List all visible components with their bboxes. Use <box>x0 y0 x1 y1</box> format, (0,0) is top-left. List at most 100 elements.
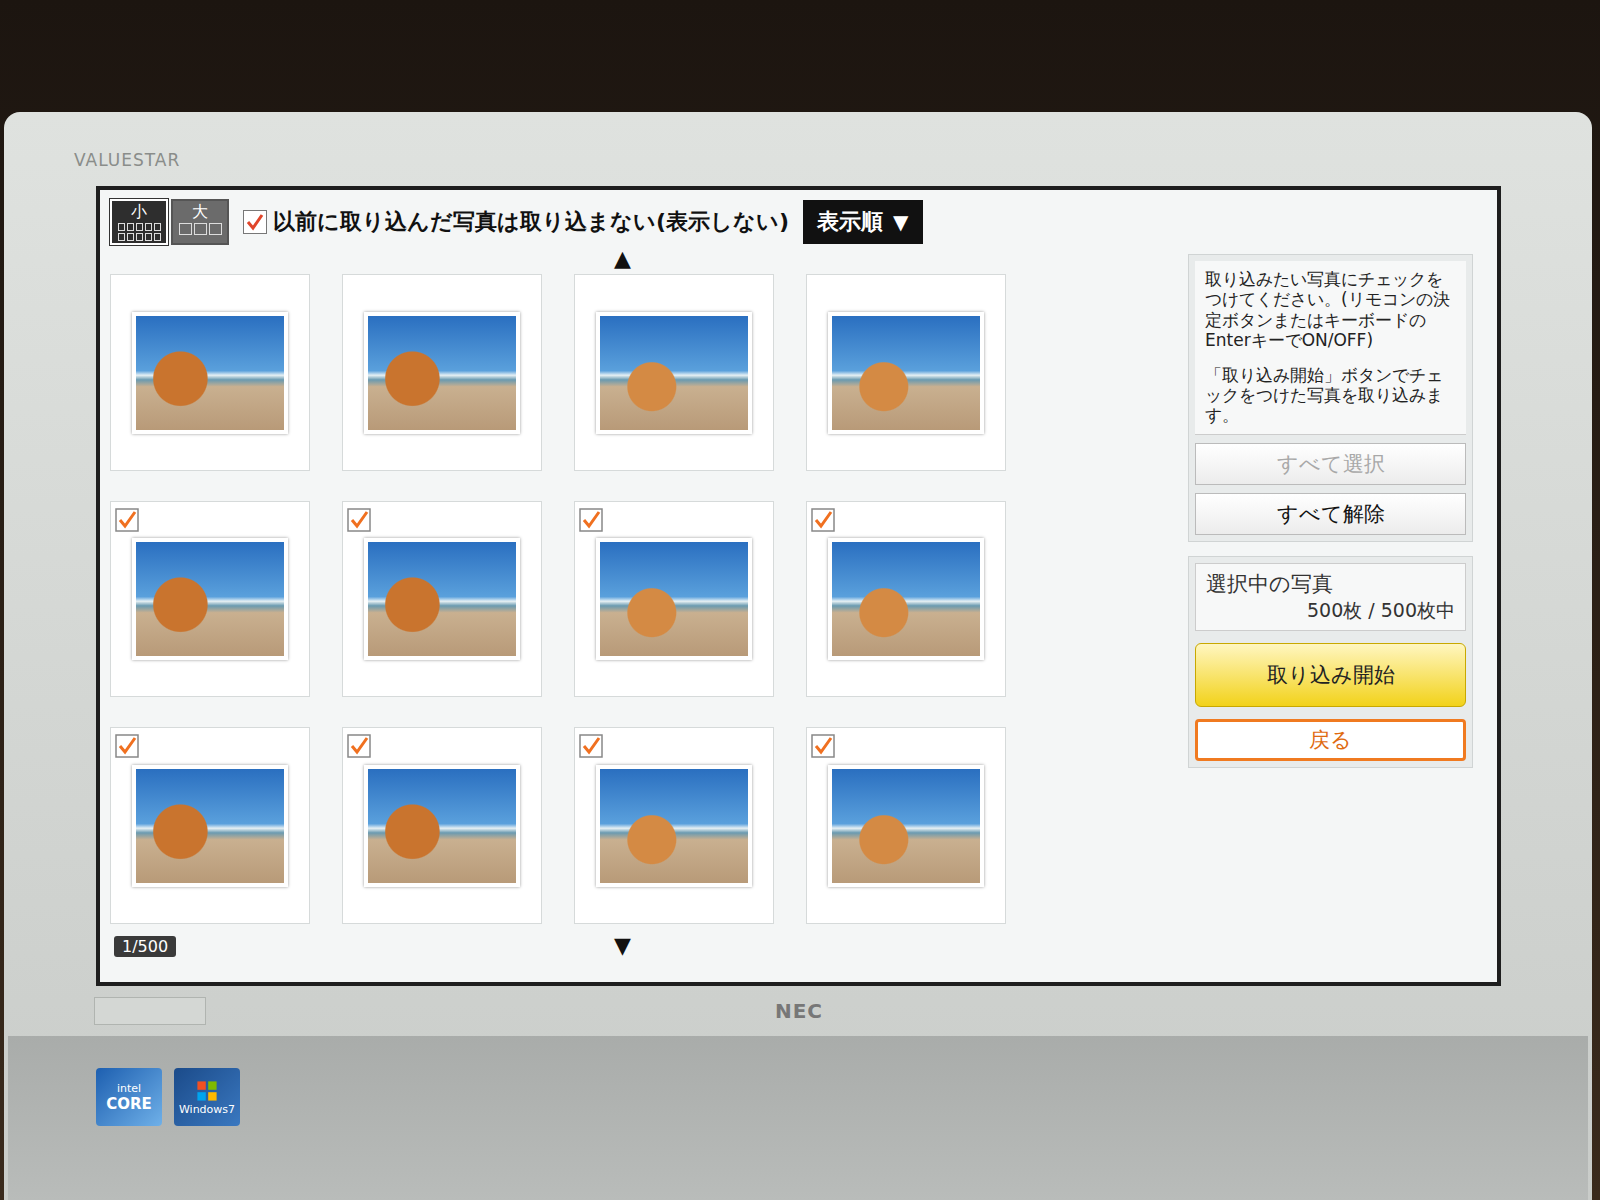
check-icon <box>115 508 139 532</box>
photo-tile[interactable] <box>806 727 1006 924</box>
top-bezel: VALUESTAR <box>4 112 1592 186</box>
photo-checkbox[interactable] <box>579 508 603 532</box>
sort-label: 表示順 <box>817 207 883 237</box>
photo-tile[interactable] <box>342 727 542 924</box>
speaker-strip: intelCORE Windows7 <box>8 1036 1588 1200</box>
instruction-text: 「取り込み開始」ボタンでチェックをつけた写真を取り込みます。 <box>1205 365 1456 426</box>
photo-checkbox[interactable] <box>347 734 371 758</box>
bottom-bezel: NEC <box>4 986 1592 1036</box>
check-icon <box>579 508 603 532</box>
photo-thumbnail <box>596 538 752 660</box>
side-panel: 取り込みたい写真にチェックをつけてください。(リモコンの決定ボタンまたはキーボー… <box>1188 254 1473 982</box>
check-icon <box>347 734 371 758</box>
selection-count: 500枚 / 500枚中 <box>1206 598 1455 624</box>
instruction-text: 取り込みたい写真にチェックをつけてください。(リモコンの決定ボタンまたはキーボー… <box>1205 269 1456 351</box>
screen: 小大以前に取り込んだ写真は取り込まない(表示しない)表示順▼▲1/500▼取り込… <box>96 186 1501 986</box>
scroll-up-icon[interactable]: ▲ <box>614 248 631 274</box>
check-icon <box>115 734 139 758</box>
photo-tile[interactable] <box>110 727 310 924</box>
checkbox[interactable] <box>243 210 267 234</box>
toolbar: 小大以前に取り込んだ写真は取り込まない(表示しない)表示順▼ <box>110 196 1487 248</box>
skip-imported-checkbox[interactable]: 以前に取り込んだ写真は取り込まない(表示しない) <box>243 207 789 237</box>
action-group: 選択中の写真500枚 / 500枚中取り込み開始戻る <box>1188 556 1473 768</box>
photo-tile[interactable] <box>574 501 774 698</box>
photo-thumbnail <box>828 312 984 434</box>
photo-tile[interactable] <box>342 501 542 698</box>
sort-dropdown[interactable]: 表示順 ▼ <box>803 200 922 244</box>
instructions: 取り込みたい写真にチェックをつけてください。(リモコンの決定ボタンまたはキーボー… <box>1195 261 1466 435</box>
check-icon <box>811 734 835 758</box>
grid-icon <box>118 223 161 241</box>
back-button[interactable]: 戻る <box>1195 719 1466 761</box>
selection-count-box: 選択中の写真500枚 / 500枚中 <box>1195 563 1466 631</box>
size-buttons: 小大 <box>110 199 229 246</box>
photo-tile[interactable] <box>574 727 774 924</box>
clear-all-button[interactable]: すべて解除 <box>1195 493 1466 535</box>
photo-checkbox[interactable] <box>811 508 835 532</box>
check-icon <box>811 508 835 532</box>
photo-checkbox[interactable] <box>115 281 139 305</box>
photo-tile[interactable] <box>110 274 310 471</box>
size-label: 小 <box>131 203 147 221</box>
photo-tile[interactable] <box>806 274 1006 471</box>
photo-tile[interactable] <box>574 274 774 471</box>
scroll-up-row: ▲ <box>110 248 1015 274</box>
photo-checkbox[interactable] <box>579 281 603 305</box>
photo-area: ▲ 1/500 ▼ <box>110 248 1015 982</box>
photo-thumbnail <box>596 765 752 887</box>
maker-logo: NEC <box>206 999 1392 1023</box>
grid-cell <box>209 223 222 235</box>
photo-thumbnail <box>828 538 984 660</box>
grid-icon <box>179 223 222 235</box>
check-icon <box>347 508 371 532</box>
instruction-group: 取り込みたい写真にチェックをつけてください。(リモコンの決定ボタンまたはキーボー… <box>1188 254 1473 542</box>
select-all-button[interactable]: すべて選択 <box>1195 443 1466 485</box>
intel-sticker: intelCORE <box>96 1068 162 1126</box>
size-label: 大 <box>192 203 208 221</box>
photo-checkbox[interactable] <box>811 281 835 305</box>
photo-thumbnail <box>364 765 520 887</box>
dropdown-arrow-icon: ▼ <box>893 210 908 234</box>
photo-checkbox[interactable] <box>811 734 835 758</box>
scroll-down-row: 1/500 ▼ <box>110 924 1015 968</box>
monitor: VALUESTAR小大以前に取り込んだ写真は取り込まない(表示しない)表示順▼▲… <box>4 112 1592 1200</box>
grid-cell <box>179 223 192 235</box>
notice-label <box>94 997 206 1025</box>
photo-thumbnail <box>364 538 520 660</box>
grid-cell <box>145 223 152 231</box>
photo-tile[interactable] <box>342 274 542 471</box>
grid-cell <box>118 233 125 241</box>
check-icon <box>245 212 265 232</box>
photo-thumbnail <box>132 538 288 660</box>
photo-thumbnail <box>132 312 288 434</box>
grid-cell <box>127 233 134 241</box>
photo-thumbnail <box>364 312 520 434</box>
photo-tile[interactable] <box>110 501 310 698</box>
photo-checkbox[interactable] <box>347 508 371 532</box>
windows-sticker: Windows7 <box>174 1068 240 1126</box>
photo-checkbox[interactable] <box>115 508 139 532</box>
photo-tile[interactable] <box>806 501 1006 698</box>
photo-thumbnail <box>828 765 984 887</box>
photo-checkbox[interactable] <box>579 734 603 758</box>
start-import-button[interactable]: 取り込み開始 <box>1195 643 1466 707</box>
photo-checkbox[interactable] <box>347 281 371 305</box>
brand-label: VALUESTAR <box>74 150 180 170</box>
sticker-text: Windows7 <box>179 1103 235 1116</box>
grid-cell <box>127 223 134 231</box>
scroll-down-icon[interactable]: ▼ <box>614 935 631 957</box>
photo-grid <box>110 274 1015 924</box>
grid-cell <box>194 223 207 235</box>
sticker-text: CORE <box>106 1095 152 1113</box>
grid-cell <box>154 223 161 231</box>
windows-logo-icon <box>195 1079 219 1103</box>
grid-cell <box>136 233 143 241</box>
photo-checkbox[interactable] <box>115 734 139 758</box>
photo-thumbnail <box>132 765 288 887</box>
grid-cell <box>136 223 143 231</box>
page-counter: 1/500 <box>114 936 176 957</box>
grid-cell <box>118 223 125 231</box>
size-button[interactable]: 大 <box>171 199 229 246</box>
size-button[interactable]: 小 <box>110 199 168 246</box>
photo-thumbnail <box>596 312 752 434</box>
